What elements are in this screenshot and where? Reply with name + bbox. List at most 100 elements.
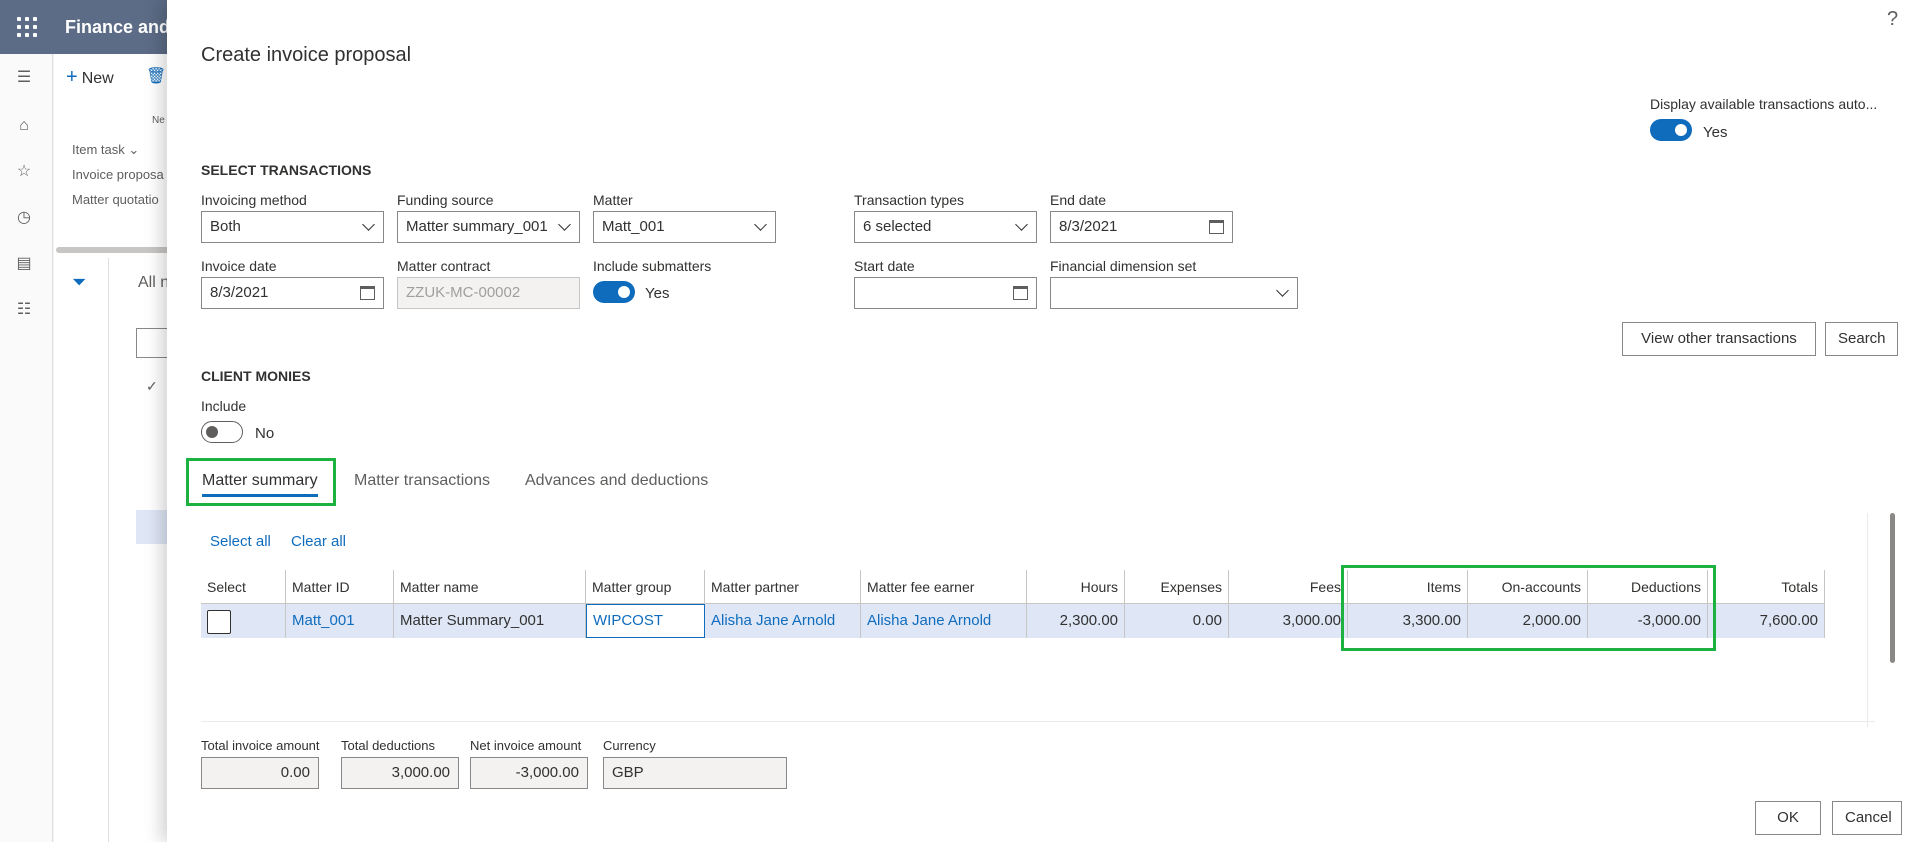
display-available-value: Yes <box>1703 124 1728 141</box>
transaction-types-label: Transaction types <box>854 192 964 208</box>
calendar-icon[interactable] <box>1013 286 1028 300</box>
item-task-label: Item task <box>72 142 125 157</box>
matter-group-cell[interactable]: WIPCOST <box>586 604 705 638</box>
hamburger-menu-icon[interactable]: ☰ <box>14 68 34 88</box>
end-date-value: 8/3/2021 <box>1059 218 1118 235</box>
display-available-toggle[interactable] <box>1650 119 1692 141</box>
background-divider <box>108 258 109 842</box>
clock-icon[interactable]: ◷ <box>14 208 34 228</box>
cancel-button[interactable]: Cancel <box>1832 801 1902 835</box>
invoicing-method-label: Invoicing method <box>201 192 307 208</box>
matter-select[interactable]: Matt_001 <box>593 211 776 243</box>
clear-all-link[interactable]: Clear all <box>291 533 346 550</box>
chevron-down-icon <box>558 218 571 231</box>
delete-icon[interactable]: 🗑 <box>146 66 166 86</box>
tab-matter-summary[interactable]: Matter summary <box>202 472 318 490</box>
column-header-hours[interactable]: Hours <box>1027 570 1125 604</box>
client-monies-include-label: Include <box>201 398 247 414</box>
column-header-matter-group[interactable]: Matter group <box>586 570 705 604</box>
display-available-label: Display available transactions auto... <box>1650 96 1878 112</box>
invoice-date-value: 8/3/2021 <box>210 284 269 301</box>
tab-advances-and-deductions[interactable]: Advances and deductions <box>525 472 708 490</box>
matter-label: Matter <box>593 192 633 208</box>
column-header-fees[interactable]: Fees <box>1229 570 1348 604</box>
search-button[interactable]: Search <box>1825 322 1898 356</box>
start-date-field[interactable] <box>854 277 1037 309</box>
background-check-icon: ✓ <box>146 378 158 394</box>
create-invoice-proposal-dialog: ? Create invoice proposal Display availa… <box>167 0 1918 842</box>
filter-icon[interactable]: ⏷ <box>72 272 86 293</box>
client-monies-include-value: No <box>255 425 275 442</box>
fees-cell[interactable]: 3,000.00 <box>1229 604 1348 638</box>
tab-matter-transactions[interactable]: Matter transactions <box>354 472 490 490</box>
select-transactions-heading: SELECT TRANSACTIONS <box>201 162 372 178</box>
dialog-title: Create invoice proposal <box>201 44 412 66</box>
ok-button[interactable]: OK <box>1755 801 1821 835</box>
funding-source-label: Funding source <box>397 192 494 208</box>
financial-dimension-set-select[interactable] <box>1050 277 1298 309</box>
column-header-matter-partner[interactable]: Matter partner <box>705 570 861 604</box>
invoicing-method-select[interactable]: Both <box>201 211 384 243</box>
invoice-date-label: Invoice date <box>201 258 277 274</box>
chevron-down-icon <box>1015 218 1028 231</box>
invoicing-method-value: Both <box>210 218 241 235</box>
net-invoice-amount-label: Net invoice amount <box>470 738 582 753</box>
net-invoice-amount-field: -3,000.00 <box>470 757 588 789</box>
total-invoice-amount-field: 0.00 <box>201 757 319 789</box>
matter-value: Matt_001 <box>602 218 665 235</box>
expenses-cell[interactable]: 0.00 <box>1125 604 1229 638</box>
item-task-menu[interactable]: Item task ⌄ <box>72 142 139 158</box>
matter-contract-field: ZZUK-MC-00002 <box>397 277 580 309</box>
background-scrollbar[interactable] <box>56 247 174 253</box>
include-submatters-label: Include submatters <box>593 258 712 274</box>
active-tab-underline <box>202 494 318 497</box>
end-date-label: End date <box>1050 192 1107 208</box>
home-icon[interactable]: ⌂ <box>14 116 34 136</box>
transaction-types-select[interactable]: 6 selected <box>854 211 1037 243</box>
new-label: New <box>81 70 114 87</box>
column-header-matter-id[interactable]: Matter ID <box>286 570 394 604</box>
totals-cell[interactable]: 7,600.00 <box>1708 604 1825 638</box>
column-header-totals[interactable]: Totals <box>1708 570 1825 604</box>
start-date-label: Start date <box>854 258 915 274</box>
plus-icon: + <box>66 66 78 88</box>
grid-scrollbar[interactable] <box>1890 513 1895 663</box>
app-launcher-icon[interactable] <box>0 0 54 54</box>
currency-field: GBP <box>603 757 787 789</box>
row-select-checkbox[interactable] <box>207 610 231 634</box>
include-submatters-toggle[interactable] <box>593 281 635 303</box>
matter-id-cell[interactable]: Matt_001 <box>286 604 394 638</box>
column-header-matter-fee-earner[interactable]: Matter fee earner <box>861 570 1027 604</box>
list-icon[interactable]: ☷ <box>14 300 34 320</box>
matter-partner-cell[interactable]: Alisha Jane Arnold <box>705 604 861 638</box>
currency-label: Currency <box>603 738 656 753</box>
matter-contract-label: Matter contract <box>397 258 491 274</box>
select-all-link[interactable]: Select all <box>210 533 271 550</box>
hours-cell[interactable]: 2,300.00 <box>1027 604 1125 638</box>
column-header-matter-name[interactable]: Matter name <box>394 570 586 604</box>
nav-item-invoice-proposal[interactable]: Invoice proposa <box>72 167 164 182</box>
invoice-date-field[interactable]: 8/3/2021 <box>201 277 384 309</box>
end-date-field[interactable]: 8/3/2021 <box>1050 211 1233 243</box>
workspace-icon[interactable]: ▤ <box>14 254 34 274</box>
client-monies-include-toggle[interactable] <box>201 421 243 443</box>
star-icon[interactable]: ☆ <box>14 162 34 182</box>
matter-name-cell[interactable]: Matter Summary_001 <box>394 604 586 638</box>
matter-fee-earner-cell[interactable]: Alisha Jane Arnold <box>861 604 1027 638</box>
column-header-select[interactable]: Select <box>201 570 286 604</box>
chevron-down-icon <box>1276 284 1289 297</box>
view-other-transactions-button[interactable]: View other transactions <box>1622 322 1816 356</box>
funding-source-value: Matter summary_001 <box>406 218 548 235</box>
calendar-icon[interactable] <box>1209 220 1224 234</box>
chevron-down-icon <box>754 218 767 231</box>
help-icon[interactable]: ? <box>1887 8 1898 31</box>
calendar-icon[interactable] <box>360 286 375 300</box>
new-button[interactable]: + New <box>66 66 114 89</box>
funding-source-select[interactable]: Matter summary_001 <box>397 211 580 243</box>
column-header-expenses[interactable]: Expenses <box>1125 570 1229 604</box>
total-invoice-amount-label: Total invoice amount <box>201 738 320 753</box>
select-cell <box>201 604 286 638</box>
nav-item-matter-quotation[interactable]: Matter quotatio <box>72 192 159 207</box>
left-nav-rail: ☰ ⌂ ☆ ◷ ▤ ☷ <box>0 54 53 842</box>
background-ne-label: Ne <box>152 115 165 126</box>
